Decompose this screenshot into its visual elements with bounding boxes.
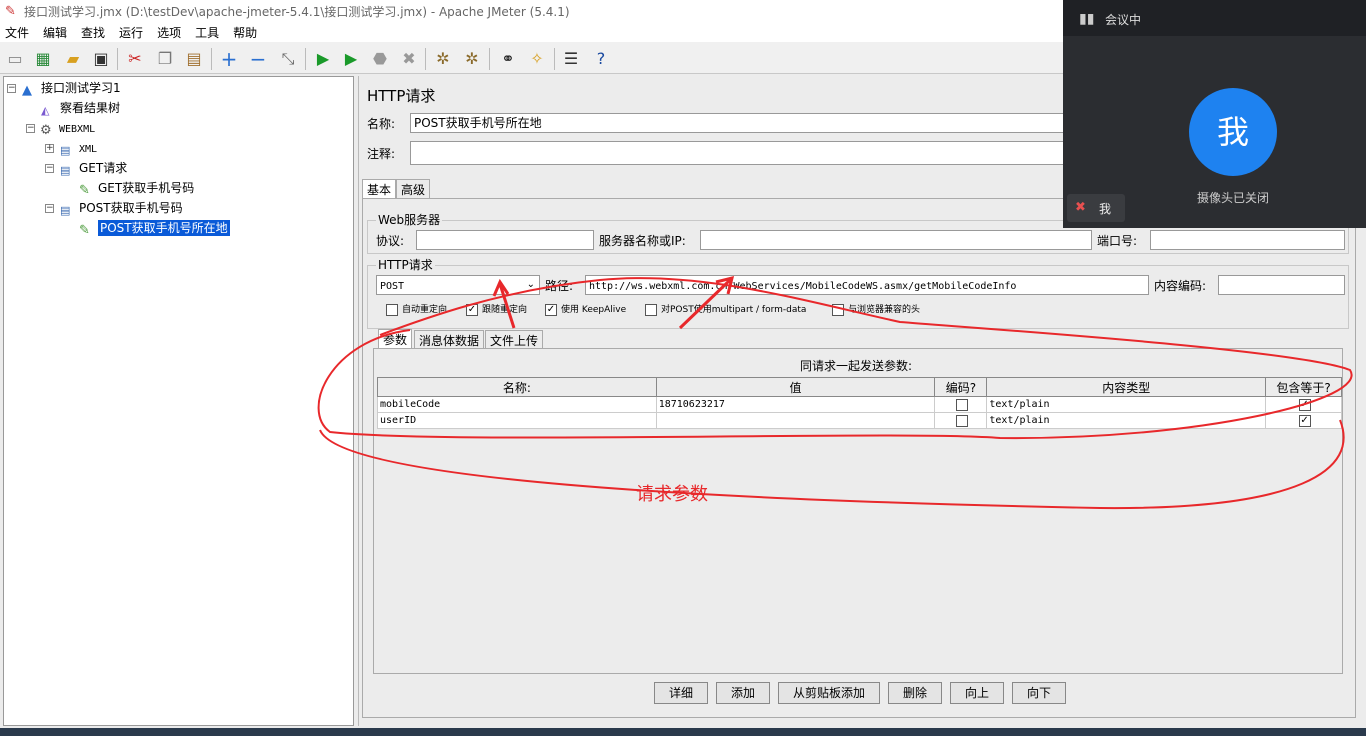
meeting-overlay: ▮▮ 会议中 我 摄像头已关闭 ✖ 我 [1063, 0, 1366, 228]
self-tag: ✖ 我 [1067, 194, 1125, 222]
annotation-label: 请求参数 [636, 484, 708, 505]
mic-muted-icon: ✖ [1075, 200, 1086, 215]
meeting-status: 会议中 [1105, 13, 1142, 27]
arrow-to-method-icon [492, 278, 516, 329]
signal-bars-icon: ▮▮ [1079, 11, 1095, 27]
arrow-to-path-icon [678, 275, 735, 330]
annotation-ellipse-bottom [319, 419, 1345, 510]
annotation-ellipse-top [317, 277, 1353, 440]
self-label: 我 [1099, 202, 1112, 216]
avatar: 我 [1189, 88, 1277, 176]
taskbar [0, 728, 1366, 736]
